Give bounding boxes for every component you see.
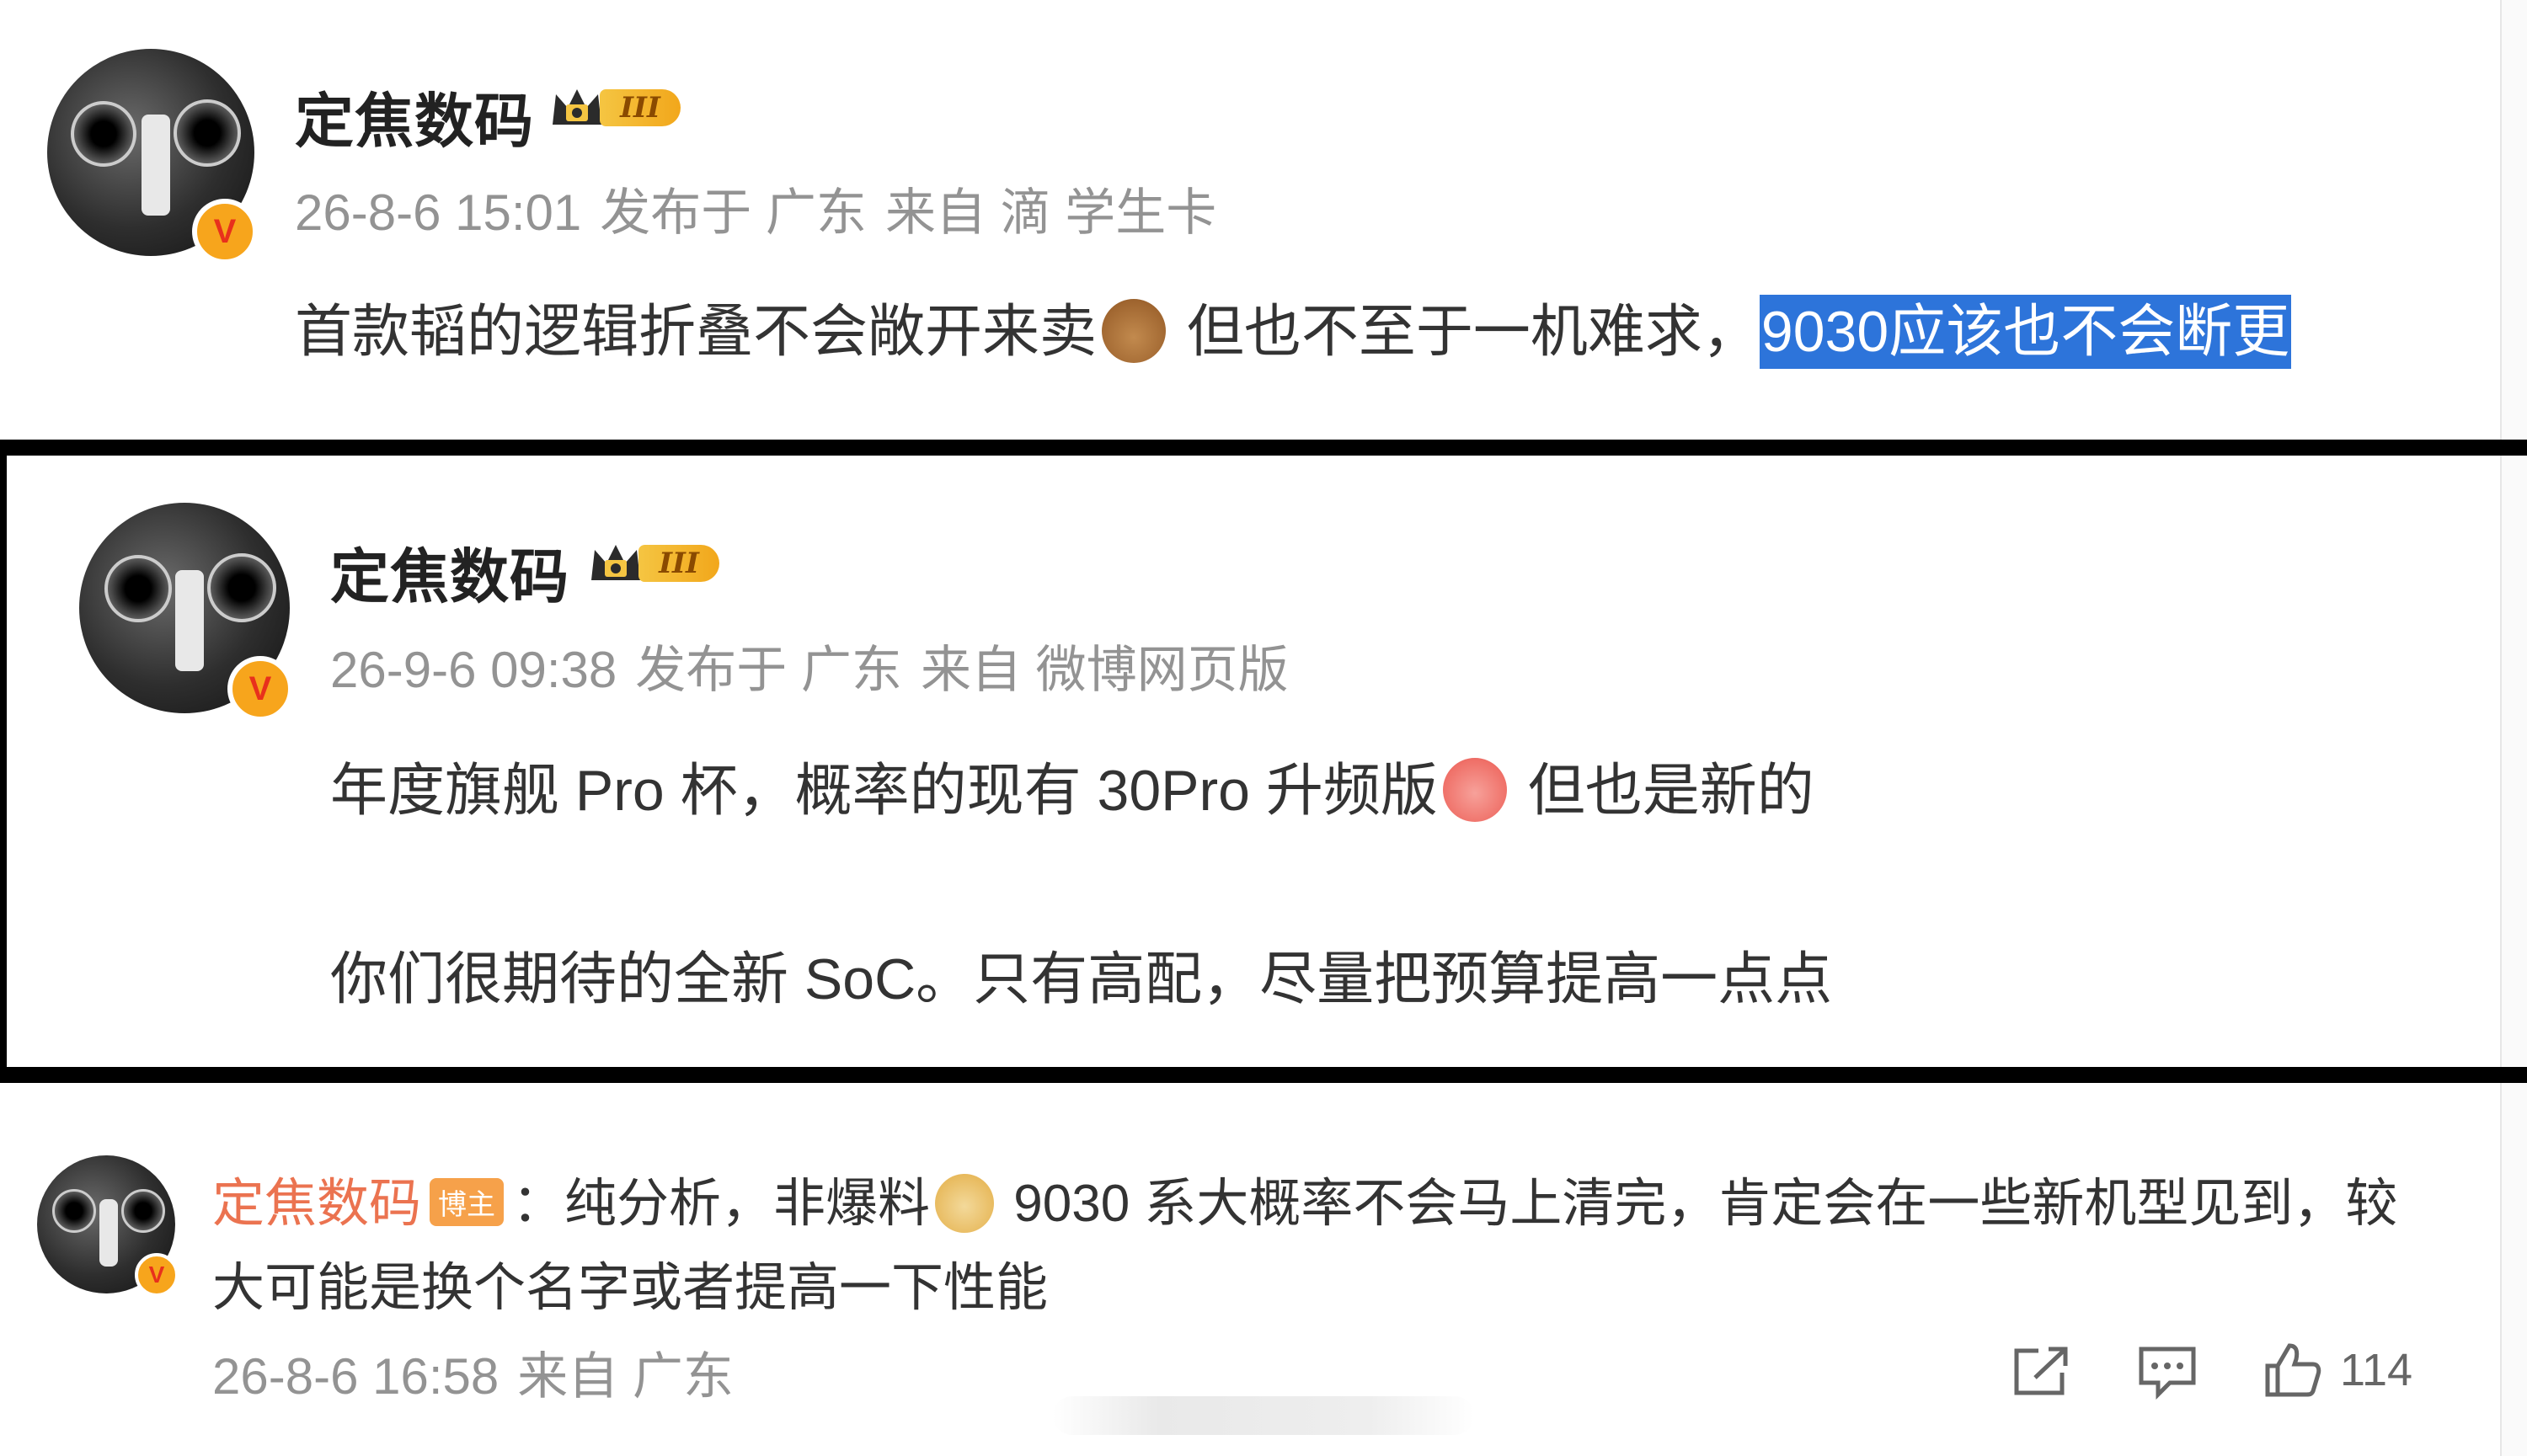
post-text-part: 但也是新的 xyxy=(1511,759,1814,823)
comment-location: 来自 广东 xyxy=(517,1348,734,1405)
post-location: 发布于 广东 xyxy=(600,184,867,241)
comment-time: 26-8-6 16:58 xyxy=(212,1348,500,1405)
blurred-area xyxy=(1053,1396,1474,1435)
verified-v-icon: V xyxy=(227,656,293,722)
avatar[interactable]: V xyxy=(47,49,258,264)
scroll-edge xyxy=(2500,456,2527,1067)
level-badge[interactable]: III xyxy=(548,83,681,133)
comment-meta: 26-8-6 16:58 来自 广东 xyxy=(212,1336,752,1409)
camera-lens-icon xyxy=(121,1189,165,1233)
level-badge[interactable]: III xyxy=(586,538,719,589)
host-badge: 博主 xyxy=(430,1178,505,1226)
username[interactable]: 定焦数码 xyxy=(330,530,569,615)
comment-text-line-1: 定焦数码 博主 ：纯分析，非爆料 9030 系大概率不会马上清完，肯定会在一些新机型… xyxy=(212,1160,2397,1236)
crown-icon xyxy=(553,89,601,125)
weibo-post-2: V 定焦数码 III 26-9-6 09:38 发布于 广东 来自 微博网页版 年度… xyxy=(7,456,2527,1067)
post-location: 发布于 广东 xyxy=(635,642,902,698)
camera-lens-icon xyxy=(207,553,276,622)
comment-avatar[interactable]: V xyxy=(37,1155,179,1297)
scroll-edge xyxy=(2500,1083,2527,1456)
post-text-line-2: 你们很期待的全新 SoC。只有高配，尽量把预算提高一点点 xyxy=(330,947,1833,1011)
post-source[interactable]: 来自 微博网页版 xyxy=(921,642,1289,698)
level-tag: III xyxy=(600,89,681,126)
comment-text-part: 9030 系大概率不会马上清完，肯定会在一些新机型见到，较 xyxy=(999,1175,2398,1233)
username[interactable]: 定焦数码 xyxy=(295,74,534,159)
post-meta: 26-8-6 15:01 发布于 广东 来自 滴 学生卡 xyxy=(295,172,1235,245)
camera-lens-icon xyxy=(104,555,172,622)
weibo-post-1: V 定焦数码 III 26-8-6 15:01 发布于 广东 来自 滴 学生卡 首款… xyxy=(0,0,2527,440)
camera-lens-icon xyxy=(71,101,136,167)
post-meta: 26-9-6 09:38 发布于 广东 来自 微博网页版 xyxy=(330,629,1307,702)
camera-body-icon xyxy=(175,570,204,671)
post-text-part: 年度旗舰 Pro 杯，概率的现有 30Pro 升频版 xyxy=(330,759,1438,823)
like-icon xyxy=(2265,1343,2321,1397)
screenshot: V 定焦数码 III 26-8-6 15:01 发布于 广东 来自 滴 学生卡 首款… xyxy=(0,0,2527,1456)
like-button[interactable]: 114 xyxy=(2263,1341,2412,1400)
like-count: 114 xyxy=(2340,1345,2413,1395)
laughing-emoji-icon xyxy=(1442,758,1507,822)
selected-text: 9030应该也不会断更 xyxy=(1759,295,2292,369)
crown-icon xyxy=(591,545,640,580)
verified-v-icon: V xyxy=(192,199,258,264)
post-text-part: 首款韬的逻辑折叠不会敞开来卖 xyxy=(295,300,1098,364)
comment-item: V 定焦数码 博主 ：纯分析，非爆料 9030 系大概率不会马上清完，肯定会在一些新… xyxy=(0,1083,2527,1456)
scroll-edge xyxy=(2500,0,2527,440)
comment-icon xyxy=(2139,1347,2196,1400)
camera-lens-icon xyxy=(52,1189,96,1233)
comment-text-line-2: 大可能是换个名字或者提高一下性能 xyxy=(212,1259,1049,1317)
comment-button[interactable] xyxy=(2136,1344,2198,1400)
comment-username[interactable]: 定焦数码 xyxy=(212,1175,421,1233)
comment-text-part: ：纯分析，非爆料 xyxy=(512,1175,931,1233)
camera-body-icon xyxy=(99,1199,118,1267)
post-time[interactable]: 26-9-6 09:38 xyxy=(330,642,617,698)
level-tag: III xyxy=(638,545,719,582)
post-text-line-1: 年度旗舰 Pro 杯，概率的现有 30Pro 升频版 但也是新的 xyxy=(330,744,1814,827)
camera-lens-icon xyxy=(174,99,241,167)
share-button[interactable] xyxy=(2010,1344,2072,1400)
camera-body-icon xyxy=(142,115,170,216)
doge-emoji-icon xyxy=(935,1174,995,1233)
post-time[interactable]: 26-8-6 15:01 xyxy=(295,184,581,241)
capybara-emoji-icon xyxy=(1102,299,1167,363)
post-text: 首款韬的逻辑折叠不会敞开来卖 但也不至于一机难求，9030应该也不会断更 xyxy=(295,285,2292,369)
post-text-part: 但也不至于一机难求， xyxy=(1171,300,1760,364)
avatar[interactable]: V xyxy=(79,503,293,722)
post-source[interactable]: 来自 滴 学生卡 xyxy=(885,184,1216,241)
share-icon xyxy=(2014,1347,2068,1395)
verified-v-icon: V xyxy=(135,1253,179,1297)
